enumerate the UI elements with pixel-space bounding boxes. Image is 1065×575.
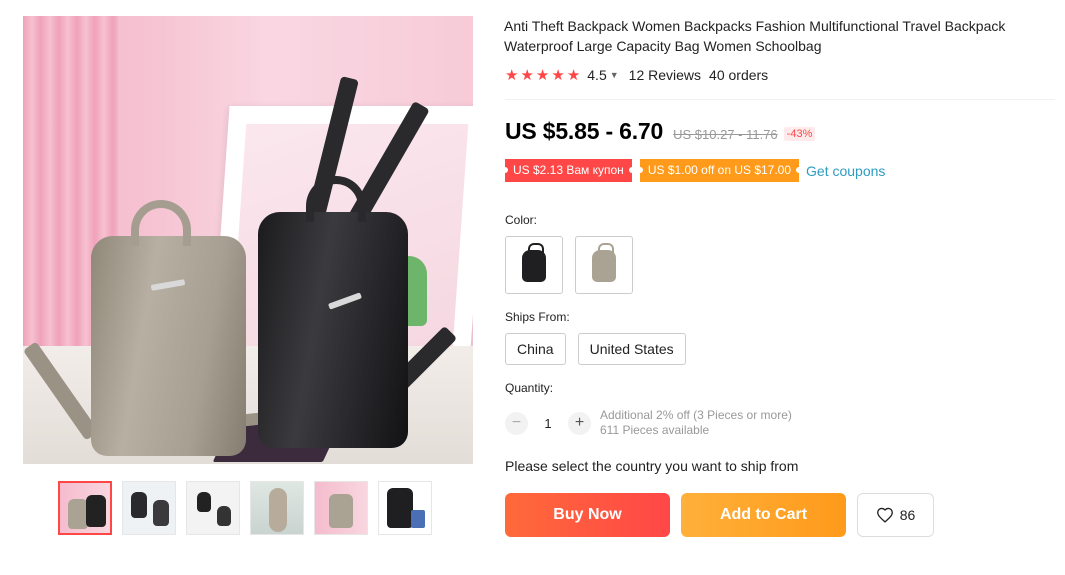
wishlist-count: 86 (899, 507, 916, 523)
plus-icon[interactable]: + (568, 411, 591, 435)
color-options (505, 236, 633, 294)
reviews-link[interactable]: 12 Reviews (629, 67, 701, 83)
bulk-discount-note: Additional 2% off (3 Pieces or more) (600, 408, 792, 422)
thumbnail-1[interactable] (58, 481, 112, 535)
color-label: Color: (505, 213, 538, 227)
star-icon: ★ (505, 66, 519, 84)
grey-bag-swatch (592, 243, 616, 282)
coupon-row: US $2.13 Вам купон US $1.00 off on US $1… (502, 159, 885, 182)
color-option-grey[interactable] (575, 236, 633, 294)
buy-now-button[interactable]: Buy Now (505, 493, 670, 537)
bag-handle (131, 200, 191, 246)
star-icon: ★ (520, 66, 534, 84)
product-title: Anti Theft Backpack Women Backpacks Fash… (504, 18, 1006, 54)
pieces-available: 611 Pieces available (600, 423, 710, 437)
black-backpack (258, 176, 408, 448)
store-coupon-badge[interactable]: US $2.13 Вам купон (502, 159, 635, 182)
original-price: US $10.27 - 11.76 (673, 127, 778, 142)
thumbnail-3[interactable] (186, 481, 240, 535)
quantity-stepper: − 1 + Additional 2% off (3 Pieces or mor… (505, 408, 792, 438)
ships-from-label: Ships From: (505, 310, 570, 324)
star-rating: ★ ★ ★ ★ ★ (505, 68, 580, 83)
ship-option-china[interactable]: China (505, 333, 566, 365)
ship-country-note: Please select the country you want to sh… (505, 458, 799, 474)
thumbnail-6[interactable] (378, 481, 432, 535)
discount-badge: -43% (783, 127, 816, 141)
divider (505, 99, 1055, 100)
orders-count: 40 orders (709, 67, 769, 83)
thumbnail-strip (58, 481, 438, 536)
rating-score[interactable]: 4.5 (587, 67, 606, 83)
thumbnail-4[interactable] (250, 481, 304, 535)
quantity-value[interactable]: 1 (528, 416, 568, 431)
rating-row: ★ ★ ★ ★ ★ 4.5 ▼ 12 Reviews 40 orders (505, 65, 768, 85)
quantity-info: Additional 2% off (3 Pieces or more) 611… (600, 408, 792, 438)
color-option-black[interactable] (505, 236, 563, 294)
black-bag-swatch (522, 243, 546, 282)
grey-backpack (91, 200, 246, 456)
current-price: US $5.85 - 6.70 (505, 118, 664, 144)
quantity-label: Quantity: (505, 381, 554, 395)
select-coupon-badge[interactable]: US $1.00 off on US $17.00 (636, 159, 803, 182)
get-coupons-link[interactable]: Get coupons (806, 163, 885, 179)
price-row: US $5.85 - 6.70 US $10.27 - 11.76 -43% (505, 118, 816, 145)
minus-icon[interactable]: − (505, 411, 528, 435)
bag-logo-plate (327, 292, 363, 310)
wishlist-button[interactable]: 86 (857, 493, 934, 537)
chevron-down-icon[interactable]: ▼ (610, 70, 619, 80)
ships-from-options: China United States (505, 333, 686, 365)
ship-option-united-states[interactable]: United States (577, 333, 686, 365)
thumbnail-2[interactable] (122, 481, 176, 535)
thumbnail-5[interactable] (314, 481, 368, 535)
main-product-image[interactable] (23, 16, 473, 464)
star-icon: ★ (551, 66, 565, 84)
star-icon: ★ (535, 66, 550, 84)
bag-logo-plate (150, 279, 186, 291)
heart-icon (876, 507, 894, 523)
action-buttons: Buy Now Add to Cart 86 (505, 493, 934, 537)
add-to-cart-button[interactable]: Add to Cart (681, 493, 846, 537)
star-icon: ★ (566, 66, 581, 84)
